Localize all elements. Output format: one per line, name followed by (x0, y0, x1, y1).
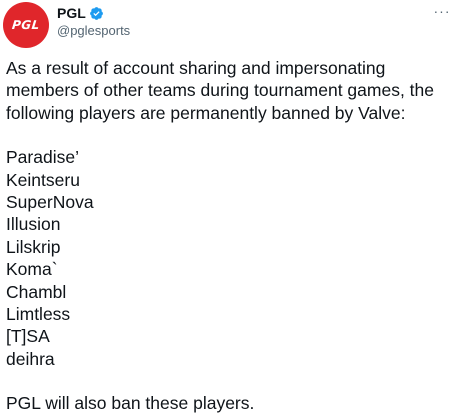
tweet-header: PGL PGL @pglesports ··· (0, 0, 462, 50)
handle[interactable]: @pglesports (57, 23, 130, 38)
player-name: Koma` (6, 259, 58, 280)
closing-line: PGL will also ban these players. (6, 393, 255, 414)
display-name[interactable]: PGL (57, 5, 86, 21)
player-name: Limtless (6, 304, 71, 325)
more-options-icon[interactable]: ··· (432, 3, 452, 19)
intro-line-2: members of other teams during tournament… (6, 80, 434, 101)
verified-badge-icon (89, 6, 104, 21)
intro-line-1: As a result of account sharing and imper… (6, 58, 386, 78)
name-row: PGL (57, 4, 104, 22)
player-name: Paradise’ (6, 147, 79, 168)
player-name: deihra (6, 348, 55, 369)
tweet: PGL PGL @pglesports ··· As a result of a… (0, 0, 462, 420)
player-name: Keintseru (6, 169, 80, 190)
intro-line-3: following players are permanently banned… (6, 102, 406, 123)
player-name: SuperNova (6, 192, 94, 213)
player-name: Chambl (6, 281, 67, 302)
tweet-text: As a result of account sharing and imper… (6, 57, 458, 415)
banned-players-list: Paradise’ Keintseru SuperNova Illusion L… (6, 146, 458, 370)
avatar[interactable]: PGL (3, 2, 49, 48)
player-name: Illusion (6, 214, 61, 235)
more-label: ··· (433, 3, 451, 19)
player-name: Lilskrip (6, 236, 61, 257)
player-name: [T]SA (6, 326, 50, 347)
pgl-logo: PGL (11, 18, 41, 32)
